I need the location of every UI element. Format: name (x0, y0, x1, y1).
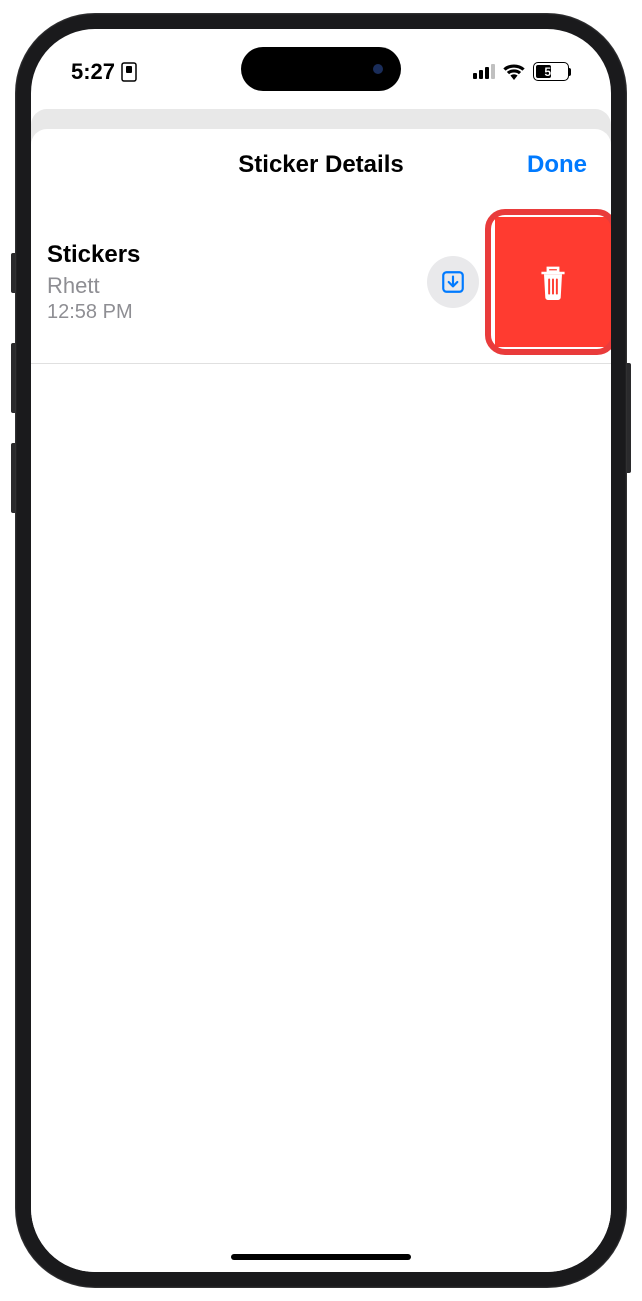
battery-percent: 50 (544, 65, 557, 79)
sticker-name: Stickers (47, 241, 427, 269)
dynamic-island (241, 47, 401, 91)
sheet-title: Sticker Details (238, 151, 403, 179)
screen: 5:27 (31, 29, 611, 1272)
delete-button[interactable] (495, 217, 611, 347)
status-time: 5:27 (71, 59, 115, 85)
sheet-header: Sticker Details Done (31, 129, 611, 201)
cellular-signal-icon (473, 64, 495, 79)
trash-icon (537, 264, 569, 300)
sticker-time: 12:58 PM (47, 301, 427, 324)
card-icon (121, 62, 137, 82)
home-indicator[interactable] (231, 1254, 411, 1260)
sticker-row[interactable]: Stickers Rhett 12:58 PM (31, 201, 611, 364)
sticker-info: Stickers Rhett 12:58 PM (47, 241, 427, 324)
save-button[interactable] (427, 256, 479, 308)
save-to-photos-icon (440, 269, 466, 295)
phone-frame: 5:27 (15, 13, 627, 1288)
sticker-author: Rhett (47, 273, 427, 299)
battery-icon: 50 (533, 62, 571, 81)
sticker-details-sheet: Sticker Details Done Stickers Rhett 12:5… (31, 129, 611, 1272)
wifi-icon (503, 64, 525, 80)
done-button[interactable]: Done (527, 151, 587, 179)
